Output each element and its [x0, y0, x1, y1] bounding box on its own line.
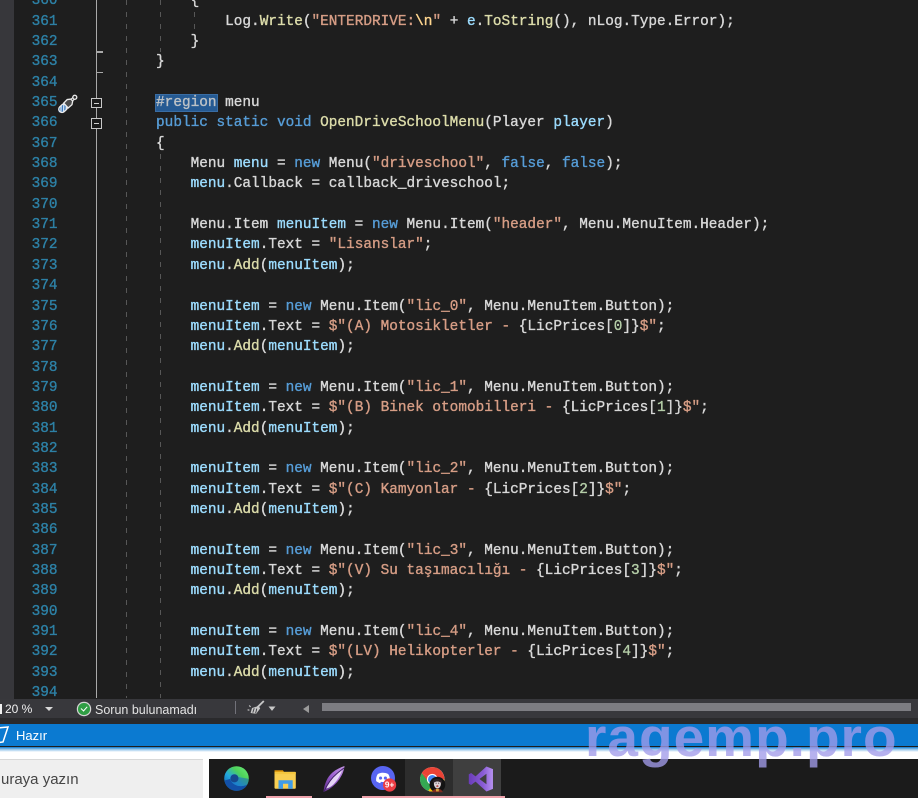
svg-text:9+: 9+ — [385, 781, 395, 790]
